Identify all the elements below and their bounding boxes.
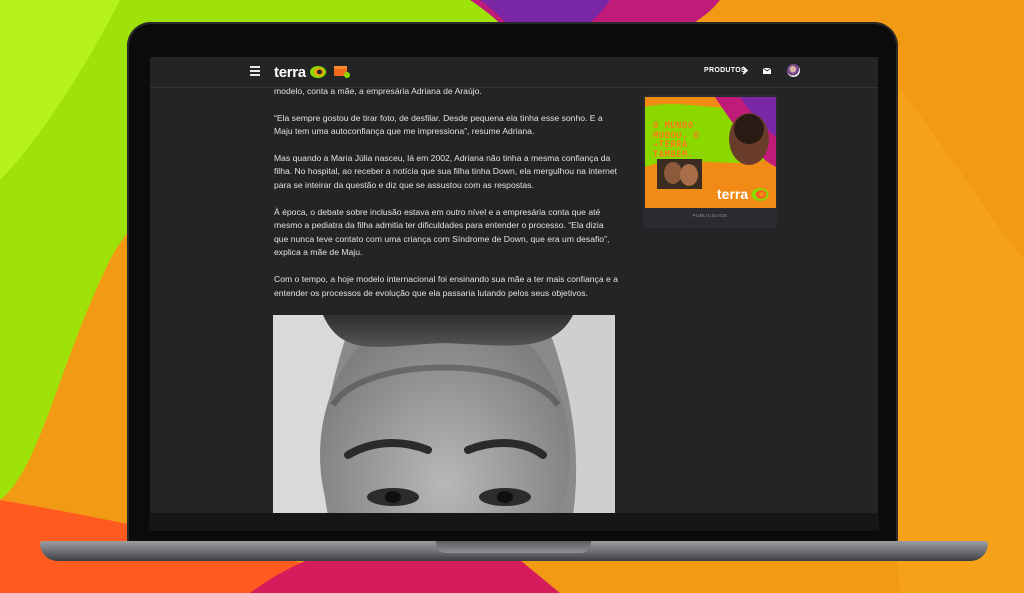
hamburger-menu-icon[interactable]: [250, 66, 260, 76]
article-paragraph: Mas quando a Maria Júlia nasceu, lá em 2…: [274, 152, 618, 190]
site-header: terra PRODUTOS: [150, 57, 878, 88]
wallet-icon[interactable]: [334, 64, 350, 78]
terra-logo[interactable]: terra: [274, 62, 327, 82]
terra-logo-mark-icon: [751, 187, 769, 201]
laptop-notch: [436, 541, 591, 553]
article-paragraph: À época, o debate sobre inclusão estava …: [274, 206, 610, 258]
mail-icon[interactable]: [763, 68, 771, 74]
advertisement-banner[interactable]: O MUNDO MUDOU. O →TERRA TAMBÉM. terra: [645, 97, 776, 208]
laptop-bezel-bottom: [149, 513, 879, 531]
article-photo: [273, 315, 615, 513]
logo-text: terra: [274, 63, 306, 81]
user-avatar[interactable]: [787, 64, 800, 77]
products-menu-label[interactable]: PRODUTOS: [704, 67, 746, 74]
ad-logo-text: terra: [717, 186, 749, 202]
ad-terra-logo: terra: [717, 186, 770, 202]
article-body: modelo, conta a mãe, a empresária Adrian…: [274, 85, 619, 313]
article-paragraph: modelo, conta a mãe, a empresária Adrian…: [274, 86, 482, 96]
browser-screen: terra PRODUTOS modelo, conta a mãe, a em…: [150, 57, 878, 513]
chevron-right-icon[interactable]: [742, 66, 748, 75]
ad-label: PUBLICIDADE: [692, 213, 728, 218]
terra-logo-mark-icon: [309, 66, 326, 78]
article-paragraph: Com o tempo, a hoje modelo internacional…: [274, 273, 618, 298]
ad-headline: O MUNDO MUDOU. O →TERRA TAMBÉM.: [653, 121, 700, 160]
article-paragraph: “Ela sempre gostou de tirar foto, de des…: [274, 112, 603, 137]
